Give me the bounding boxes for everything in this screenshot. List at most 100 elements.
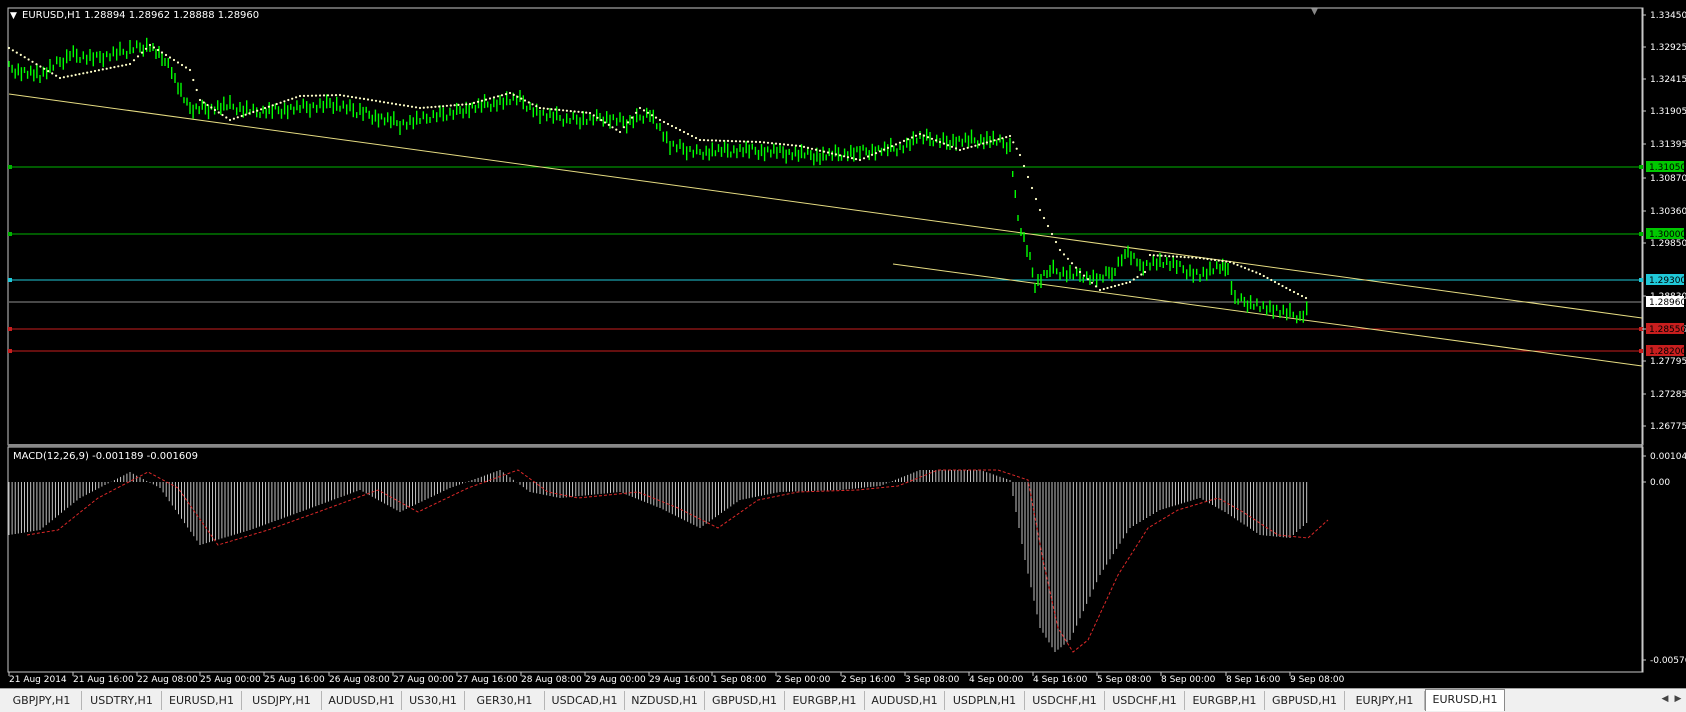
sar-dot — [390, 102, 394, 105]
sar-dot — [291, 97, 294, 100]
sar-dot — [1247, 268, 1250, 271]
sar-dot — [449, 104, 452, 107]
sar-dot — [546, 107, 549, 110]
sar-dot — [758, 140, 762, 144]
sar-dot — [512, 93, 515, 96]
sar-dot — [1078, 270, 1082, 274]
tab-scroll-right-icon[interactable]: ▶ — [1673, 694, 1683, 704]
sar-dot — [453, 104, 456, 107]
sar-dot — [886, 146, 890, 149]
time-tick-label: 21 Aug 2014 — [9, 675, 67, 685]
time-axis: 21 Aug 2014 21 Aug 16:00 22 Aug 08:00 25 Au… — [8, 672, 1345, 685]
indicator-header: MACD(12,26,9) -0.001189 -0.001609 — [13, 451, 198, 462]
symbol-tab[interactable]: NZDUSD,H1 — [625, 691, 705, 710]
sar-dot — [706, 139, 710, 142]
sar-dot — [674, 126, 678, 130]
sar-dot — [128, 62, 132, 66]
time-tick-label: 21 Aug 16:00 — [73, 675, 134, 685]
sar-dot — [638, 106, 642, 110]
symbol-tab[interactable]: USDCHF,H1 — [1025, 691, 1105, 710]
sar-dot — [698, 138, 702, 142]
sar-dot — [1175, 255, 1178, 258]
indicator-tick-label: 0.00 — [1650, 478, 1670, 488]
sar-dot — [670, 124, 674, 128]
sar-dot — [1217, 259, 1220, 262]
sar-dot — [1034, 197, 1038, 201]
symbol-tab[interactable]: USDCAD,H1 — [545, 691, 625, 710]
sar-dot — [822, 150, 826, 153]
sar-dot — [866, 155, 870, 158]
sar-dot — [702, 139, 706, 142]
sar-dot — [838, 154, 842, 157]
sar-dot — [267, 105, 270, 108]
price-level-label: 1.29300 — [1649, 276, 1686, 286]
sar-dot — [1148, 253, 1152, 257]
symbol-tab[interactable]: EURGBP,H1 — [785, 691, 865, 710]
symbol-tab[interactable]: USDJPY,H1 — [242, 691, 322, 710]
sar-dot — [93, 69, 97, 73]
chart-canvas[interactable]: ▼ EURUSD,H1 1.28894 1.28962 1.28888 1.28… — [0, 0, 1686, 688]
sar-dot — [457, 103, 460, 106]
symbol-tab[interactable]: GBPUSD,H1 — [705, 691, 785, 710]
sar-dot — [74, 73, 77, 76]
time-tick-label: 26 Aug 08:00 — [329, 675, 390, 685]
sar-dot — [31, 60, 34, 63]
symbol-tab[interactable]: AUDUSD,H1 — [322, 691, 402, 710]
trendline-upper[interactable] — [8, 93, 1643, 319]
symbol-tab[interactable]: GER30,H1 — [465, 691, 545, 710]
chart-window: ▼ EURUSD,H1 1.28894 1.28962 1.28888 1.28… — [0, 0, 1686, 711]
sar-dot — [1168, 255, 1171, 258]
sar-dot — [1172, 255, 1175, 258]
sar-dot — [1058, 248, 1062, 252]
sar-dot — [585, 111, 588, 114]
symbol-tab-bar: GBPJPY,H1 USDTRY,H1 EURUSD,H1 USDJPY,H1 AUDU… — [0, 688, 1686, 712]
sar-dot — [810, 147, 814, 150]
symbol-tab[interactable]: AUDUSD,H1 — [865, 691, 945, 710]
symbol-tab[interactable]: US30,H1 — [402, 691, 465, 710]
symbol-tab[interactable]: EURUSD,H1 — [162, 691, 242, 710]
sar-dot — [11, 49, 14, 52]
sar-dot — [1281, 284, 1284, 288]
symbol-tab[interactable]: EURUSD,H1 — [1425, 689, 1505, 711]
sar-dot — [1236, 263, 1239, 267]
sar-dot — [550, 108, 553, 111]
sar-dot — [310, 94, 314, 97]
sar-dot — [1202, 257, 1205, 260]
sar-dot — [86, 71, 89, 74]
sar-dot — [615, 128, 618, 131]
sar-dot — [27, 58, 30, 61]
sar-dot — [516, 95, 519, 98]
sar-dot — [314, 94, 318, 97]
sar-dot — [248, 112, 251, 115]
sar-dot — [1110, 285, 1113, 289]
time-tick-label: 2 Sep 16:00 — [841, 675, 896, 685]
sar-dot — [738, 140, 742, 143]
symbol-tab[interactable]: USDCHF,H1 — [1105, 691, 1185, 710]
time-tick-label: 25 Aug 16:00 — [264, 675, 325, 685]
symbol-tab[interactable]: EURJPY,H1 — [1345, 691, 1425, 710]
sar-dot — [302, 94, 306, 97]
sar-dot — [1090, 281, 1094, 284]
sar-dot — [1187, 256, 1190, 259]
sar-dot — [910, 136, 914, 139]
symbol-tab[interactable]: USDTRY,H1 — [82, 691, 162, 710]
symbol-tab[interactable]: EURGBP,H1 — [1185, 691, 1265, 710]
sar-dot — [520, 97, 523, 100]
tab-scroll-left-icon[interactable]: ◀ — [1660, 694, 1670, 704]
symbol-tab[interactable]: GBPJPY,H1 — [2, 691, 82, 710]
sar-dot — [228, 118, 232, 122]
symbol-tab[interactable]: USDPLN,H1 — [945, 691, 1025, 710]
sar-dot — [334, 94, 338, 97]
sar-dot — [480, 99, 484, 102]
sar-dot — [1152, 254, 1155, 257]
sar-dot — [1266, 276, 1269, 280]
sar-dot — [588, 111, 592, 115]
symbol-tab[interactable]: GBPUSD,H1 — [1265, 691, 1345, 710]
sar-dot — [1288, 288, 1292, 292]
sar-dot — [7, 46, 11, 50]
sar-dot — [562, 109, 565, 112]
sar-dot — [718, 139, 722, 142]
sar-dot — [164, 53, 168, 57]
sar-dot — [1304, 296, 1308, 300]
sar-dot — [136, 55, 140, 58]
